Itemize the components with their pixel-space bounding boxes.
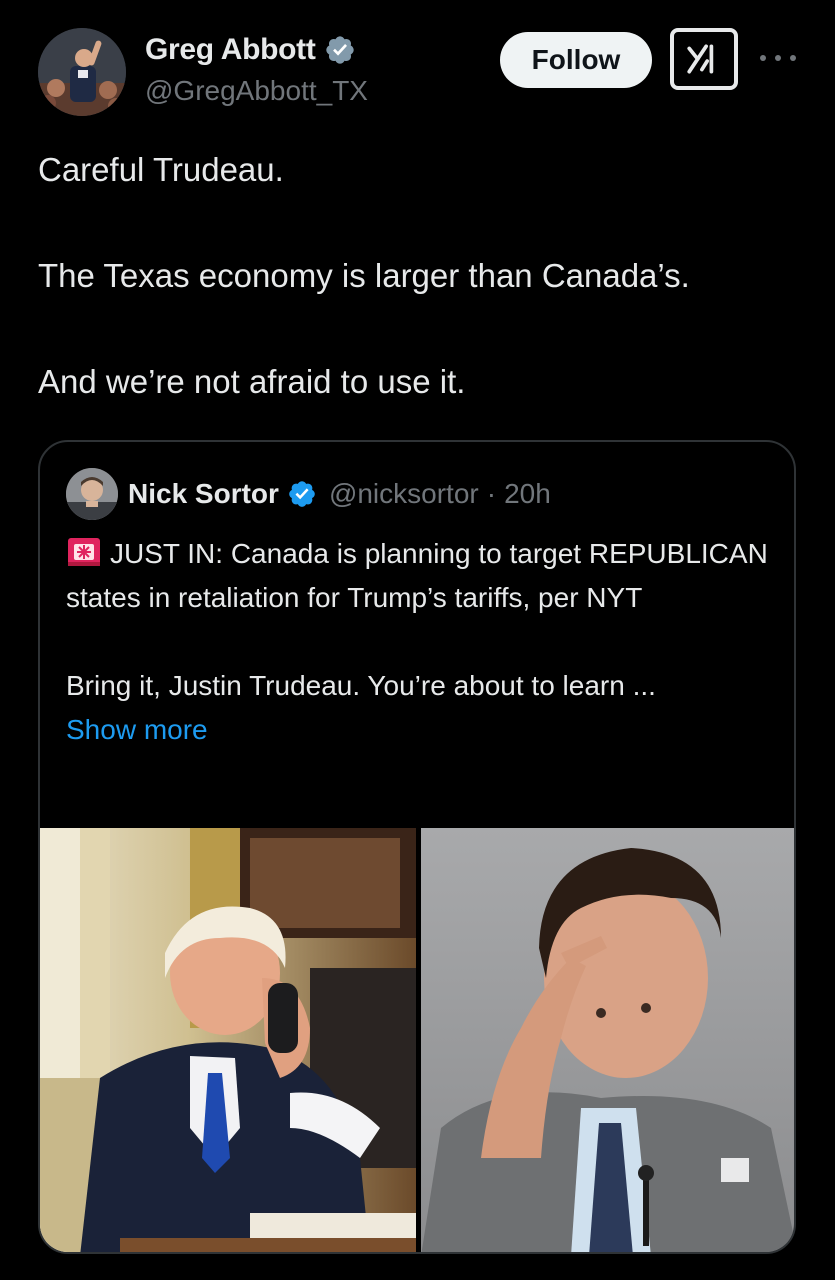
- quoted-author-row: Nick Sortor @nicksortor · 20h: [128, 474, 551, 514]
- tweet-header: Greg Abbott @GregAbbott_TX Follow: [0, 0, 835, 130]
- tweet-line-2: The Texas economy is larger than Canada’…: [38, 257, 690, 294]
- quoted-tweet-card[interactable]: Nick Sortor @nicksortor · 20h JUST IN: C…: [38, 440, 796, 1254]
- author-handle[interactable]: @GregAbbott_TX: [145, 75, 368, 107]
- follow-button[interactable]: Follow: [500, 32, 652, 88]
- photo-man-on-phone: [40, 828, 416, 1252]
- quoted-separator: ·: [486, 478, 497, 509]
- author-avatar-image: [38, 28, 126, 116]
- author-name-row: Greg Abbott: [145, 30, 356, 70]
- quoted-media-grid: [40, 828, 794, 1252]
- more-dot: [790, 55, 796, 61]
- quoted-paragraph-1-text: JUST IN: Canada is planning to target RE…: [66, 538, 768, 613]
- quoted-handle[interactable]: @nicksortor: [329, 478, 479, 510]
- quoted-display-name[interactable]: Nick Sortor: [128, 478, 279, 510]
- grok-icon[interactable]: [670, 28, 738, 90]
- media-image-left[interactable]: [40, 828, 416, 1252]
- tweet-body: Careful Trudeau. The Texas economy is la…: [38, 150, 808, 402]
- author-avatar[interactable]: [38, 28, 126, 116]
- more-dot: [760, 55, 766, 61]
- more-dot: [775, 55, 781, 61]
- show-more-link[interactable]: Show more: [66, 708, 776, 752]
- quoted-verified-badge-icon: [287, 479, 317, 509]
- quoted-timestamp[interactable]: 20h: [504, 478, 551, 510]
- quoted-paragraph-2: Bring it, Justin Trudeau. You’re about t…: [66, 670, 656, 701]
- tweet-line-3: And we’re not afraid to use it.: [38, 363, 466, 400]
- author-display-name[interactable]: Greg Abbott: [145, 33, 316, 67]
- quoted-avatar-image: [66, 468, 118, 520]
- more-options-icon[interactable]: [760, 46, 796, 70]
- quoted-tweet-body: JUST IN: Canada is planning to target RE…: [66, 532, 776, 752]
- media-image-right[interactable]: [421, 828, 794, 1252]
- quoted-paragraph-1: JUST IN: Canada is planning to target RE…: [66, 532, 776, 620]
- quoted-author-avatar[interactable]: [66, 468, 118, 520]
- verified-badge-icon: [324, 34, 356, 66]
- tweet-line-1: Careful Trudeau.: [38, 151, 284, 188]
- police-siren-icon: [66, 536, 102, 566]
- photo-man-touching-forehead: [421, 828, 794, 1252]
